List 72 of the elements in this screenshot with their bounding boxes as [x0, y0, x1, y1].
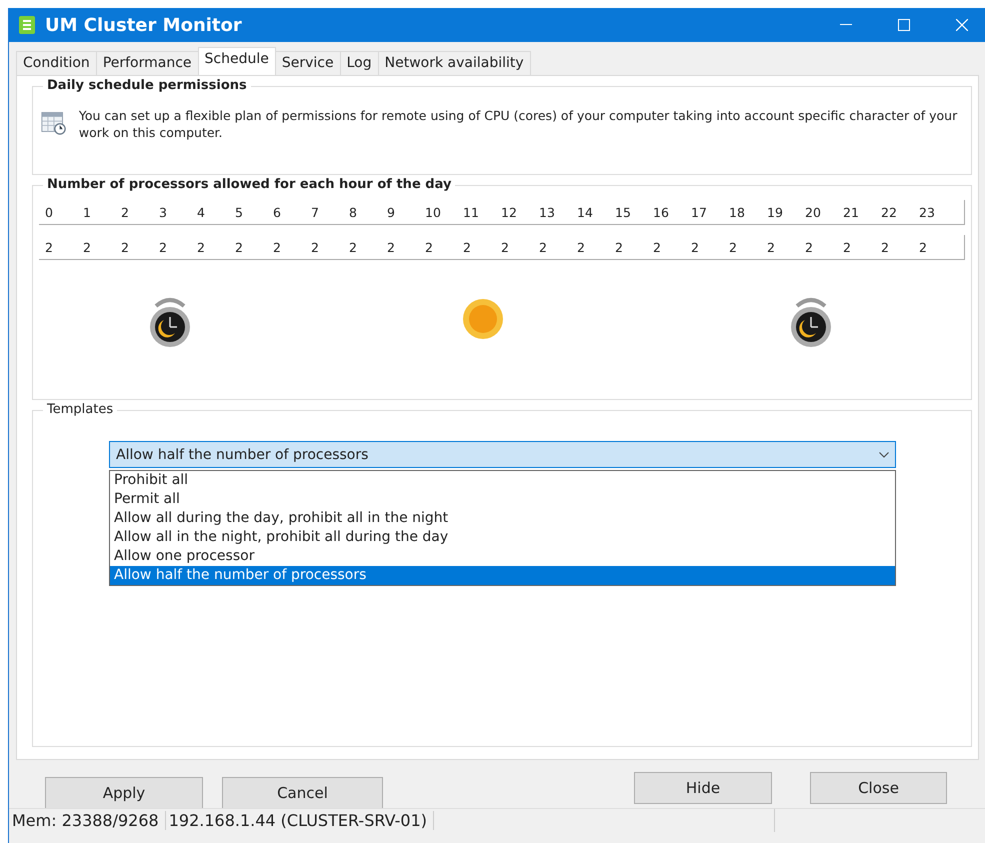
tab[interactable]: Network availability — [378, 51, 531, 75]
chevron-down-icon — [879, 452, 889, 458]
status-text: 192.168.1.44 (CLUSTER-SRV-01) — [166, 811, 434, 830]
hour-header: 5 — [234, 204, 244, 220]
hour-header: 17 — [690, 204, 708, 220]
hour-header: 4 — [196, 204, 206, 220]
hour-header: 18 — [728, 204, 746, 220]
hour-header: 7 — [310, 204, 320, 220]
dialog-button[interactable]: Hide — [634, 772, 772, 804]
hour-header: 3 — [158, 204, 168, 220]
processor-count[interactable]: 2 — [723, 240, 761, 254]
sun-icon — [460, 296, 506, 342]
window-title: UM Cluster Monitor — [45, 14, 243, 36]
processor-count[interactable]: 2 — [647, 240, 685, 254]
hour-header: 22 — [880, 204, 898, 220]
hour-header: 6 — [272, 204, 282, 220]
processor-count[interactable]: 2 — [837, 240, 875, 254]
minimize-icon — [840, 24, 852, 26]
hour-header: 16 — [652, 204, 670, 220]
processor-count[interactable]: 2 — [457, 240, 495, 254]
group-title: Templates — [43, 402, 118, 417]
processor-count[interactable]: 2 — [799, 240, 837, 254]
hour-header: 20 — [804, 204, 822, 220]
processor-count[interactable]: 2 — [913, 240, 951, 254]
processor-count[interactable]: 2 — [609, 240, 647, 254]
status-text: Mem: 23388/9268 — [9, 811, 166, 830]
processor-count[interactable]: 2 — [685, 240, 723, 254]
processor-count[interactable]: 2 — [571, 240, 609, 254]
description-text: You can set up a flexible plan of permissions for remote using of CPU (cores) of your computer taking into account specific character of your work on this computer. — [78, 107, 958, 141]
hour-header: 9 — [386, 204, 396, 220]
hour-header: 13 — [538, 204, 556, 220]
processor-count[interactable]: 2 — [533, 240, 571, 254]
dialog-button[interactable]: Apply — [45, 777, 203, 809]
processor-count[interactable]: 2 — [343, 240, 381, 254]
processor-count[interactable]: 2 — [229, 240, 267, 254]
hour-header: 11 — [462, 204, 480, 220]
processor-count[interactable]: 2 — [77, 240, 115, 254]
processor-count[interactable]: 2 — [305, 240, 343, 254]
hour-header: 8 — [348, 204, 358, 220]
hour-header: 10 — [424, 204, 442, 220]
processor-count[interactable]: 2 — [39, 240, 77, 254]
tab[interactable]: Schedule — [198, 47, 276, 75]
processor-count[interactable]: 2 — [153, 240, 191, 254]
close-icon — [956, 19, 968, 31]
hour-header: 21 — [842, 204, 860, 220]
hour-header: 2 — [120, 204, 130, 220]
hour-header: 19 — [766, 204, 784, 220]
group-title: Number of processors allowed for each hour of the day — [43, 177, 456, 192]
processor-count[interactable]: 2 — [875, 240, 913, 254]
dialog-button[interactable]: Cancel — [222, 777, 383, 809]
alarm-clock-icon — [788, 296, 834, 350]
group-title: Daily schedule permissions — [43, 78, 251, 93]
processor-count[interactable]: 2 — [115, 240, 153, 254]
alarm-clock-icon — [147, 296, 193, 350]
hour-header: 15 — [614, 204, 632, 220]
tab[interactable]: Condition — [16, 51, 97, 75]
hour-header: 14 — [576, 204, 594, 220]
maximize-icon — [898, 19, 910, 31]
processor-count[interactable]: 2 — [495, 240, 533, 254]
hour-header: 12 — [500, 204, 518, 220]
app-icon — [19, 16, 35, 34]
processor-count[interactable]: 2 — [419, 240, 457, 254]
processor-count[interactable]: 2 — [381, 240, 419, 254]
hour-header: 0 — [44, 204, 54, 220]
hour-header: 23 — [918, 204, 936, 220]
dialog-button[interactable]: Close — [810, 772, 947, 804]
template-dropdown[interactable]: Allow half the number of processors — [109, 441, 896, 468]
dropdown-option[interactable]: Allow half the number of processors — [110, 566, 895, 585]
processor-count[interactable]: 2 — [761, 240, 799, 254]
hour-header: 1 — [82, 204, 92, 220]
processor-count[interactable]: 2 — [191, 240, 229, 254]
processor-count[interactable]: 2 — [267, 240, 305, 254]
